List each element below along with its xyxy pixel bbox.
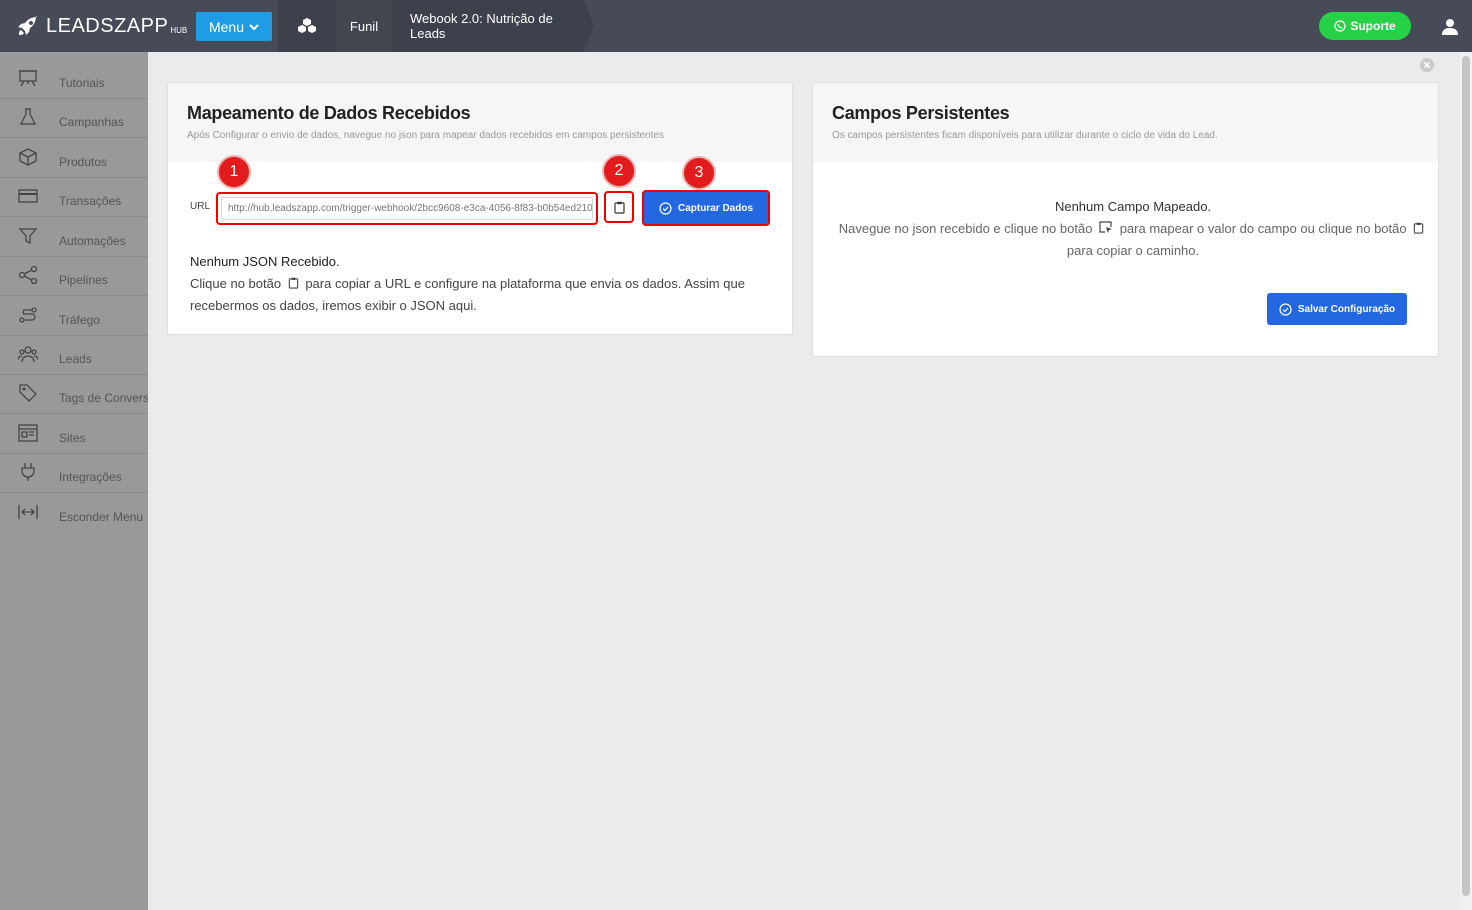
filter-icon xyxy=(18,228,38,245)
sidebar-item-pipelines[interactable]: Pipelines xyxy=(0,257,148,296)
sidebar-item-label: Tráfego xyxy=(59,313,100,327)
sidebar-item-label: Sites xyxy=(59,431,86,445)
breadcrumb-funnel[interactable]: Funil xyxy=(336,0,392,52)
sidebar-item-sites[interactable]: Sites xyxy=(0,415,148,454)
empty-fields-message: Nenhum Campo Mapeado. Navegue no json re… xyxy=(833,196,1433,262)
empty-json-title: Nenhum JSON Recebido. xyxy=(190,254,340,269)
card-title: Campos Persistentes xyxy=(832,103,1010,123)
sidebar-item-tags-conversao[interactable]: Tags de Conversão xyxy=(0,375,148,414)
top-bar: LEADSZAPP HUB Menu Funil Webook 2.0: Nut… xyxy=(0,0,1472,52)
users-icon xyxy=(18,346,38,363)
whatsapp-icon xyxy=(1334,20,1346,32)
logo[interactable]: LEADSZAPP HUB xyxy=(16,14,187,38)
sidebar-item-label: Produtos xyxy=(59,155,108,169)
url-label: URL xyxy=(190,201,211,212)
menu-button[interactable]: Menu xyxy=(196,12,272,41)
breadcrumb-funnel-label: Funil xyxy=(349,18,379,34)
share-nodes-icon xyxy=(18,265,38,285)
browser-window-icon xyxy=(18,424,38,442)
sidebar-item-transacoes[interactable]: Transações xyxy=(0,178,148,217)
step-badge: 3 xyxy=(684,158,714,188)
sidebar: Tutoriais Campanhas Produtos Transações … xyxy=(0,52,148,910)
sidebar-item-label: Tutoriais xyxy=(59,76,105,90)
sidebar-item-campanhas[interactable]: Campanhas xyxy=(0,99,148,138)
sidebar-item-esconder-menu[interactable]: Esconder Menu xyxy=(0,494,148,533)
card-header: Campos Persistentes Os campos persistent… xyxy=(813,83,1438,162)
sidebar-item-label: Integrações xyxy=(59,470,122,484)
sidebar-item-integracoes[interactable]: Integrações xyxy=(0,454,148,493)
box-icon xyxy=(19,148,37,166)
breadcrumb-current-page: Webook 2.0: Nutrição de Leads xyxy=(392,0,584,52)
sidebar-item-label: Automações xyxy=(59,234,126,248)
sidebar-item-tutoriais[interactable]: Tutoriais xyxy=(0,60,148,99)
user-icon[interactable] xyxy=(1442,18,1458,35)
logo-suffix: HUB xyxy=(170,26,188,35)
mapping-card: Mapeamento de Dados Recebidos Após Confi… xyxy=(167,82,793,335)
cubes-icon xyxy=(298,18,316,33)
empty-fields-title: Nenhum Campo Mapeado. xyxy=(1054,199,1212,214)
sidebar-item-label: Leads xyxy=(59,352,92,366)
clipboard-icon xyxy=(613,201,625,214)
sidebar-item-trafego[interactable]: Tráfego xyxy=(0,297,148,336)
card-subtitle: Os campos persistentes ficam disponíveis… xyxy=(832,130,1218,141)
step-badge: 1 xyxy=(219,157,249,187)
empty-fields-text-2: para mapear o valor do campo ou clique n… xyxy=(1119,221,1407,236)
page-scrollbar[interactable] xyxy=(1460,52,1472,910)
empty-json-text-start: Clique no botão xyxy=(190,276,282,291)
sidebar-item-produtos[interactable]: Produtos xyxy=(0,139,148,178)
rocket-icon xyxy=(18,16,37,35)
sidebar-item-label: Pipelines xyxy=(59,273,108,287)
flask-icon xyxy=(19,108,37,125)
clipboard-icon xyxy=(1414,222,1424,234)
select-pointer-icon xyxy=(1099,221,1113,233)
plug-icon xyxy=(21,463,35,481)
tags-icon xyxy=(19,384,37,402)
sidebar-item-leads[interactable]: Leads xyxy=(0,336,148,375)
breadcrumb-home[interactable] xyxy=(278,0,336,52)
breadcrumb-separator xyxy=(584,0,594,52)
webhook-url-input[interactable] xyxy=(221,197,593,220)
scrollbar-thumb[interactable] xyxy=(1462,56,1470,896)
close-icon[interactable] xyxy=(1420,58,1434,72)
menu-label: Menu xyxy=(208,18,245,35)
save-configuration-button[interactable]: Salvar Configuração xyxy=(1267,293,1407,325)
route-icon xyxy=(19,307,37,323)
check-circle-icon xyxy=(1279,302,1292,316)
chevron-down-icon xyxy=(249,23,259,30)
sidebar-item-label: Transações xyxy=(59,194,122,208)
support-label: Suporte xyxy=(1350,19,1396,33)
check-circle-icon xyxy=(659,201,672,215)
card-title: Mapeamento de Dados Recebidos xyxy=(187,103,471,123)
sidebar-item-automacoes[interactable]: Automações xyxy=(0,218,148,257)
breadcrumb-page-label: Webook 2.0: Nutrição de Leads xyxy=(410,11,553,41)
credit-card-icon xyxy=(18,189,38,203)
support-button[interactable]: Suporte xyxy=(1319,12,1411,40)
persistent-fields-card: Campos Persistentes Os campos persistent… xyxy=(812,82,1439,357)
sidebar-item-label: Tags de Conversão xyxy=(59,391,148,405)
url-field-highlight xyxy=(216,192,598,225)
sidebar-item-label: Campanhas xyxy=(59,115,124,129)
collapse-horizontal-icon xyxy=(18,505,38,519)
save-configuration-label: Salvar Configuração xyxy=(1297,303,1396,315)
clipboard-icon xyxy=(288,277,298,289)
sidebar-item-label: Esconder Menu xyxy=(59,510,144,524)
empty-json-message: Nenhum JSON Recebido. Clique no botão pa… xyxy=(190,251,760,317)
capture-data-label: Capturar Dados xyxy=(677,202,753,214)
copy-url-button[interactable] xyxy=(604,191,634,223)
presentation-icon xyxy=(19,70,37,87)
card-header: Mapeamento de Dados Recebidos Após Confi… xyxy=(168,83,792,162)
card-subtitle: Após Configurar o envio de dados, navegu… xyxy=(187,130,664,141)
empty-fields-text-3: para copiar o caminho. xyxy=(1066,243,1200,258)
step-badge: 2 xyxy=(604,156,634,186)
empty-fields-text-1: Navegue no json recebido e clique no bot… xyxy=(838,221,1093,236)
capture-data-button[interactable]: Capturar Dados xyxy=(642,190,770,226)
logo-text: LEADSZAPP xyxy=(46,15,169,37)
